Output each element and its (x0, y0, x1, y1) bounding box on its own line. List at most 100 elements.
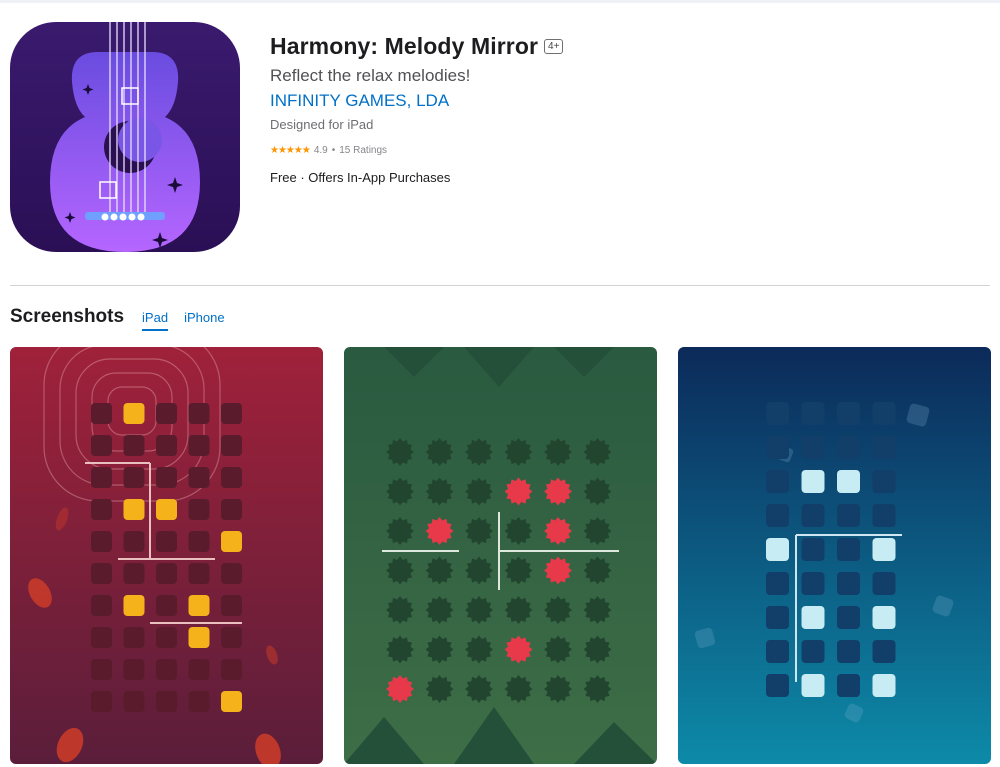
board-tile (872, 436, 896, 459)
board-tile (872, 640, 896, 663)
board-tile (123, 467, 145, 488)
board-tile (156, 563, 177, 584)
board-tile (123, 627, 145, 648)
screenshots-title: Screenshots (10, 306, 125, 327)
age-rating-badge: 4+ (544, 39, 564, 54)
board-tile (188, 499, 210, 520)
app-info: Harmony: Melody Mirror 4+ Reflect the re… (270, 33, 970, 185)
board-tile (123, 403, 145, 424)
board-tile (801, 436, 825, 459)
board-tile (221, 691, 242, 712)
board-tile (221, 659, 242, 680)
board-tile (837, 436, 860, 459)
board-tile (801, 504, 825, 527)
board-tile (156, 659, 177, 680)
board-tile (221, 595, 242, 616)
rating-row: ★★★★★ 4.9 • 15 Ratings (270, 145, 970, 156)
board-tile (188, 659, 210, 680)
board-tile (156, 435, 177, 456)
board-tile (837, 606, 860, 629)
board-tile (872, 606, 896, 629)
board-tile (837, 640, 860, 663)
board-tile (221, 435, 242, 456)
board-tile (91, 531, 112, 552)
screenshot-3[interactable] (678, 347, 991, 764)
board-tile (91, 563, 112, 584)
app-subtitle: Reflect the relax melodies! (270, 66, 471, 85)
board-tile (123, 499, 145, 520)
board-tile (156, 627, 177, 648)
board-tile (221, 627, 242, 648)
board-tile (766, 402, 789, 425)
rating-stars-icon: ★★★★★ (270, 145, 311, 156)
board-tile (766, 538, 789, 561)
board-tile (766, 470, 789, 493)
board-tile (801, 606, 825, 629)
board-tile (156, 467, 177, 488)
board-tile (801, 572, 825, 595)
board-tile (91, 627, 112, 648)
board-tile (221, 531, 242, 552)
board-tile (766, 674, 789, 697)
board-tile (156, 595, 177, 616)
board-tile (91, 691, 112, 712)
board-tile (156, 499, 177, 520)
board-tile (766, 606, 789, 629)
board-tile (123, 435, 145, 456)
designed-for: Designed for iPad (270, 117, 374, 132)
rating-value: 4.9 (313, 145, 328, 156)
board-tile (91, 499, 112, 520)
screenshot-1[interactable] (10, 347, 323, 764)
rating-count: 15 Ratings (339, 145, 388, 156)
board-tile (91, 403, 112, 424)
board-tile (91, 467, 112, 488)
board-tile (872, 674, 896, 697)
tab-iphone[interactable]: iPhone (184, 310, 224, 329)
board-tile (837, 470, 860, 493)
app-title: Harmony: Melody Mirror (270, 33, 539, 59)
board-tile (188, 563, 210, 584)
section-divider (10, 285, 990, 286)
developer-link[interactable]: INFINITY GAMES, LDA (270, 91, 449, 111)
board-tile (766, 640, 789, 663)
rating-separator: • (331, 145, 336, 156)
tab-ipad[interactable]: iPad (142, 310, 169, 331)
board-tile (837, 538, 860, 561)
board-tile (872, 572, 896, 595)
board-tile (221, 563, 242, 584)
screenshot-2[interactable] (344, 347, 657, 764)
board-tile (872, 402, 896, 425)
board-tile (766, 504, 789, 527)
board-tile (837, 674, 860, 697)
board-tile (188, 531, 210, 552)
board-tile (801, 470, 825, 493)
board-tile (156, 403, 177, 424)
board-tile (123, 563, 145, 584)
guitar-moon-icon (10, 22, 240, 252)
board-tile (123, 531, 145, 552)
board-tile (801, 674, 825, 697)
board-tile (188, 403, 210, 424)
board-tile (872, 470, 896, 493)
board-tile (221, 467, 242, 488)
board-tile (872, 504, 896, 527)
screenshots-header: Screenshots iPad iPhone (10, 306, 241, 331)
board-tile (188, 595, 210, 616)
board-tile (123, 659, 145, 680)
board-tile (156, 691, 177, 712)
price-info: Free · Offers In-App Purchases (270, 170, 451, 185)
board-tile (188, 691, 210, 712)
board-tile (123, 595, 145, 616)
board-tile (123, 691, 145, 712)
board-tile (801, 640, 825, 663)
board-tile (91, 659, 112, 680)
top-border (0, 0, 1000, 3)
board-tile (188, 627, 210, 648)
board-tile (766, 436, 789, 459)
board-tile (801, 402, 825, 425)
board-tile (837, 402, 860, 425)
board-tile (221, 499, 242, 520)
board-tile (837, 572, 860, 595)
board-tile (91, 435, 112, 456)
board-tile (188, 467, 210, 488)
